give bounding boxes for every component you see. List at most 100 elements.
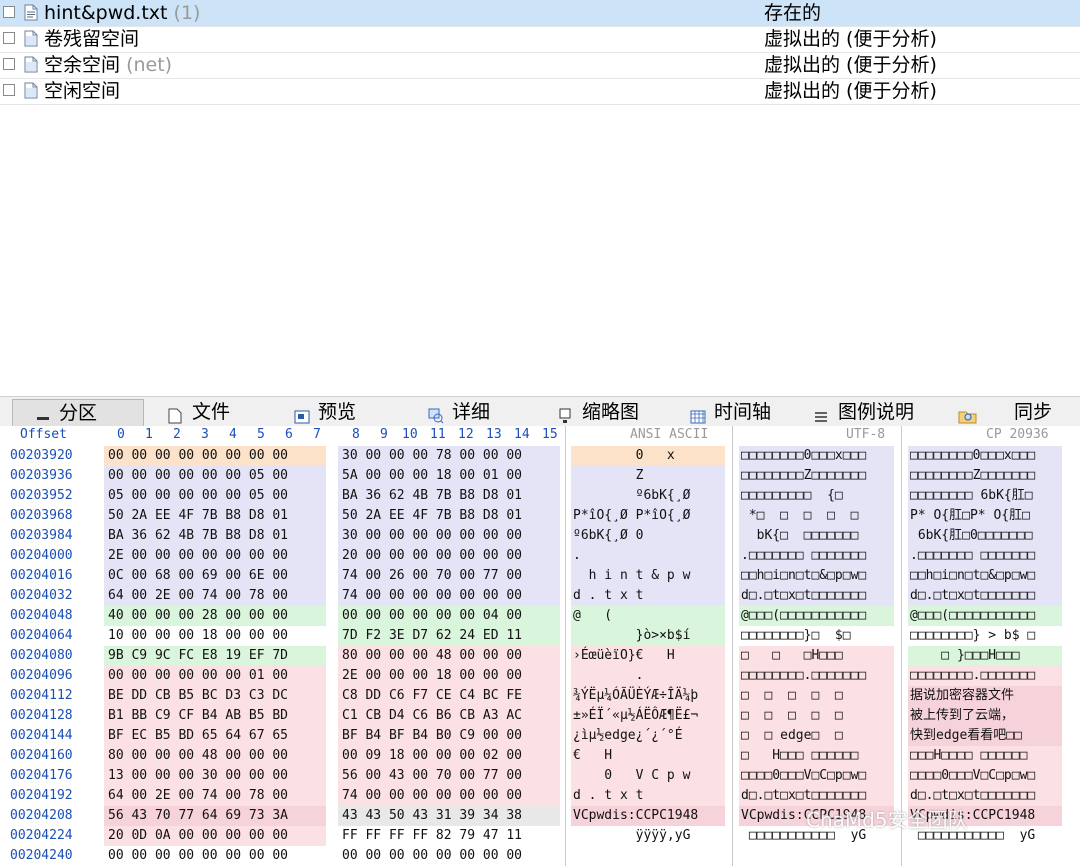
utf8-cell[interactable]: d□.□t□x□t□□□□□□□ — [739, 786, 894, 806]
utf8-cell[interactable]: □□□□□□□□0□□□x□□□ — [739, 446, 894, 466]
hex-row[interactable]: 00204016 0C 00 68 00 69 00 6E 00 74 00 26 … — [0, 566, 1080, 586]
hex-bytes-high[interactable]: 74 00 00 00 00 00 00 00 — [338, 586, 560, 606]
ansi-cell[interactable]: º6bK{¸Ø — [571, 486, 725, 506]
hex-bytes-low[interactable]: 50 2A EE 4F 7B B8 D8 01 — [104, 506, 326, 526]
utf8-cell[interactable]: □□□□□□□□.□□□□□□□ — [739, 666, 894, 686]
cp-cell[interactable]: 据说加密容器文件 — [908, 686, 1062, 706]
hex-bytes-high[interactable]: 00 00 00 00 00 00 00 00 — [338, 846, 560, 866]
hex-bytes-low[interactable]: 64 00 2E 00 74 00 78 00 — [104, 586, 326, 606]
cp-cell[interactable]: @□□□(□□□□□□□□□□□ — [908, 606, 1062, 626]
ansi-cell[interactable]: € H — [571, 746, 725, 766]
ansi-cell[interactable]: º6bK{¸Ø 0 — [571, 526, 725, 546]
utf8-cell[interactable]: □ □ □ □ □ — [739, 706, 894, 726]
hex-bytes-low[interactable]: 10 00 00 00 18 00 00 00 — [104, 626, 326, 646]
ansi-cell[interactable]: ÿÿÿÿ‚yG — [571, 826, 725, 846]
ansi-cell[interactable]: ±»ÉÏ´«µ½ÁËÔÆ¶Ë£¬ — [571, 706, 725, 726]
utf8-cell[interactable]: □□h□i□n□t□&□p□w□ — [739, 566, 894, 586]
cp-cell[interactable]: □□□□□□□□Z□□□□□□□ — [908, 466, 1062, 486]
cp-cell[interactable]: d□.□t□x□t□□□□□□□ — [908, 786, 1062, 806]
file-row[interactable]: hint&pwd.txt (1) 存在的 — [0, 0, 1080, 27]
cp-cell[interactable]: □□□□□□□□ 6bK{肛□ — [908, 486, 1062, 506]
cp-cell[interactable]: □ }□□□H□□□ — [908, 646, 1062, 666]
hex-bytes-high[interactable]: C1 CB D4 C6 B6 CB A3 AC — [338, 706, 560, 726]
hex-row[interactable]: 00204112 BE DD CB B5 BC D3 C3 DC C8 DD C6 … — [0, 686, 1080, 706]
ansi-cell[interactable]: d . t x t — [571, 786, 725, 806]
utf8-cell[interactable]: □□□□0□□□V□C□p□w□ — [739, 766, 894, 786]
hex-row[interactable]: 00203920 00 00 00 00 00 00 00 00 30 00 00 … — [0, 446, 1080, 466]
ansi-cell[interactable]: P*îO{¸Ø P*îO{¸Ø — [571, 506, 725, 526]
cp-cell[interactable]: 快到edge看看吧□□ — [908, 726, 1062, 746]
utf8-cell[interactable]: .□□□□□□□ □□□□□□□ — [739, 546, 894, 566]
cp-cell[interactable]: □□h□i□n□t□&□p□w□ — [908, 566, 1062, 586]
hex-row[interactable]: 00204048 40 00 00 00 28 00 00 00 00 00 00 … — [0, 606, 1080, 626]
hex-bytes-low[interactable]: BE DD CB B5 BC D3 C3 DC — [104, 686, 326, 706]
file-row[interactable]: 空闲空间 虚拟出的 (便于分析) — [0, 78, 1080, 105]
utf8-cell[interactable]: □□□□□□□□}□ $□ — [739, 626, 894, 646]
hex-row[interactable]: 00204240 00 00 00 00 00 00 00 00 00 00 00 … — [0, 846, 1080, 866]
hex-bytes-high[interactable]: 00 09 18 00 00 00 02 00 — [338, 746, 560, 766]
hex-row[interactable]: 00204160 80 00 00 00 48 00 00 00 00 09 18 … — [0, 746, 1080, 766]
ansi-cell[interactable]: Z — [571, 466, 725, 486]
utf8-cell[interactable]: □ H□□□ □□□□□□ — [739, 746, 894, 766]
cp-cell[interactable]: □□□□□□□□0□□□x□□□ — [908, 446, 1062, 466]
hex-row[interactable]: 00204000 2E 00 00 00 00 00 00 00 20 00 00 … — [0, 546, 1080, 566]
hex-row[interactable]: 00204064 10 00 00 00 18 00 00 00 7D F2 3E … — [0, 626, 1080, 646]
hex-bytes-high[interactable]: 30 00 00 00 00 00 00 00 — [338, 526, 560, 546]
utf8-cell[interactable]: □ □ □H□□□ — [739, 646, 894, 666]
hex-row[interactable]: 00204176 13 00 00 00 30 00 00 00 56 00 43 … — [0, 766, 1080, 786]
hex-bytes-low[interactable]: 40 00 00 00 28 00 00 00 — [104, 606, 326, 626]
cp-cell[interactable]: 6bK{肛□0□□□□□□□ — [908, 526, 1062, 546]
ansi-cell[interactable]: 0 V C p w — [571, 766, 725, 786]
sync-button[interactable]: 同步 — [1004, 399, 1066, 425]
ansi-cell[interactable] — [571, 846, 725, 866]
hex-bytes-high[interactable]: 2E 00 00 00 18 00 00 00 — [338, 666, 560, 686]
hex-bytes-low[interactable]: 00 00 00 00 00 00 01 00 — [104, 666, 326, 686]
cp-cell[interactable]: .□□□□□□□ □□□□□□□ — [908, 546, 1062, 566]
hex-bytes-low[interactable]: 13 00 00 00 30 00 00 00 — [104, 766, 326, 786]
row-checkbox[interactable] — [3, 84, 15, 96]
hex-bytes-high[interactable]: C8 DD C6 F7 CE C4 BC FE — [338, 686, 560, 706]
hex-row[interactable]: 00204128 B1 BB C9 CF B4 AB B5 BD C1 CB D4 … — [0, 706, 1080, 726]
tab-minus[interactable]: 分区 — [12, 399, 144, 427]
hex-row[interactable]: 00203952 05 00 00 00 00 00 05 00 BA 36 62 … — [0, 486, 1080, 506]
tab-thumbnail[interactable]: 缩略图 — [536, 399, 662, 425]
cp-cell[interactable]: P* O{肛□P* O{肛□ — [908, 506, 1062, 526]
tab-preview[interactable]: 预览 — [272, 399, 402, 425]
hex-bytes-low[interactable]: BA 36 62 4B 7B B8 D8 01 — [104, 526, 326, 546]
hex-bytes-high[interactable]: 43 43 50 43 31 39 34 38 — [338, 806, 560, 826]
utf8-cell[interactable]: □ □ edge□ □ — [739, 726, 894, 746]
hex-bytes-low[interactable]: 00 00 00 00 00 00 00 00 — [104, 446, 326, 466]
file-row[interactable]: 卷残留空间 虚拟出的 (便于分析) — [0, 26, 1080, 53]
ansi-cell[interactable]: d . t x t — [571, 586, 725, 606]
cp-cell[interactable]: 被上传到了云端， — [908, 706, 1062, 726]
ansi-cell[interactable]: h i n t & p w — [571, 566, 725, 586]
ansi-cell[interactable]: ¾ÝËµ¼ÓÃÜÈÝÆ÷ÎÄ¼þ — [571, 686, 725, 706]
hex-bytes-low[interactable]: 56 43 70 77 64 69 73 3A — [104, 806, 326, 826]
hex-bytes-low[interactable]: B1 BB C9 CF B4 AB B5 BD — [104, 706, 326, 726]
ansi-cell[interactable]: @ ( — [571, 606, 725, 626]
hex-bytes-low[interactable]: 2E 00 00 00 00 00 00 00 — [104, 546, 326, 566]
hex-bytes-high[interactable]: 30 00 00 00 78 00 00 00 — [338, 446, 560, 466]
hex-bytes-high[interactable]: 80 00 00 00 48 00 00 00 — [338, 646, 560, 666]
hex-bytes-high[interactable]: 00 00 00 00 00 00 04 00 — [338, 606, 560, 626]
ansi-cell[interactable]: 0 x — [571, 446, 725, 466]
cp-cell[interactable]: d□.□t□x□t□□□□□□□ — [908, 586, 1062, 606]
hex-bytes-low[interactable]: 64 00 2E 00 74 00 78 00 — [104, 786, 326, 806]
utf8-cell[interactable] — [739, 846, 894, 866]
tab-file[interactable]: 文件 — [146, 399, 266, 425]
hex-bytes-low[interactable]: 9B C9 9C FC E8 19 EF 7D — [104, 646, 326, 666]
tab-details[interactable]: 详细 — [406, 399, 532, 425]
hex-row[interactable]: 00203968 50 2A EE 4F 7B B8 D8 01 50 2A EE … — [0, 506, 1080, 526]
hex-row[interactable]: 00204144 BF EC B5 BD 65 64 67 65 BF B4 BF … — [0, 726, 1080, 746]
hex-bytes-high[interactable]: BF B4 BF B4 B0 C9 00 00 — [338, 726, 560, 746]
cp-cell[interactable]: □□□□0□□□V□C□p□w□ — [908, 766, 1062, 786]
cp-cell[interactable]: □□□H□□□□ □□□□□□ — [908, 746, 1062, 766]
utf8-cell[interactable]: □ □ □ □ □ — [739, 686, 894, 706]
row-checkbox[interactable] — [3, 58, 15, 70]
hex-row[interactable]: 00204096 00 00 00 00 00 00 01 00 2E 00 00 … — [0, 666, 1080, 686]
tab-list[interactable]: 图例说明 — [792, 399, 920, 425]
hex-row[interactable]: 00204032 64 00 2E 00 74 00 78 00 74 00 00 … — [0, 586, 1080, 606]
row-checkbox[interactable] — [3, 32, 15, 44]
ansi-cell[interactable]: ¿ìµ½edge¿´¿´°É — [571, 726, 725, 746]
utf8-cell[interactable]: d□.□t□x□t□□□□□□□ — [739, 586, 894, 606]
